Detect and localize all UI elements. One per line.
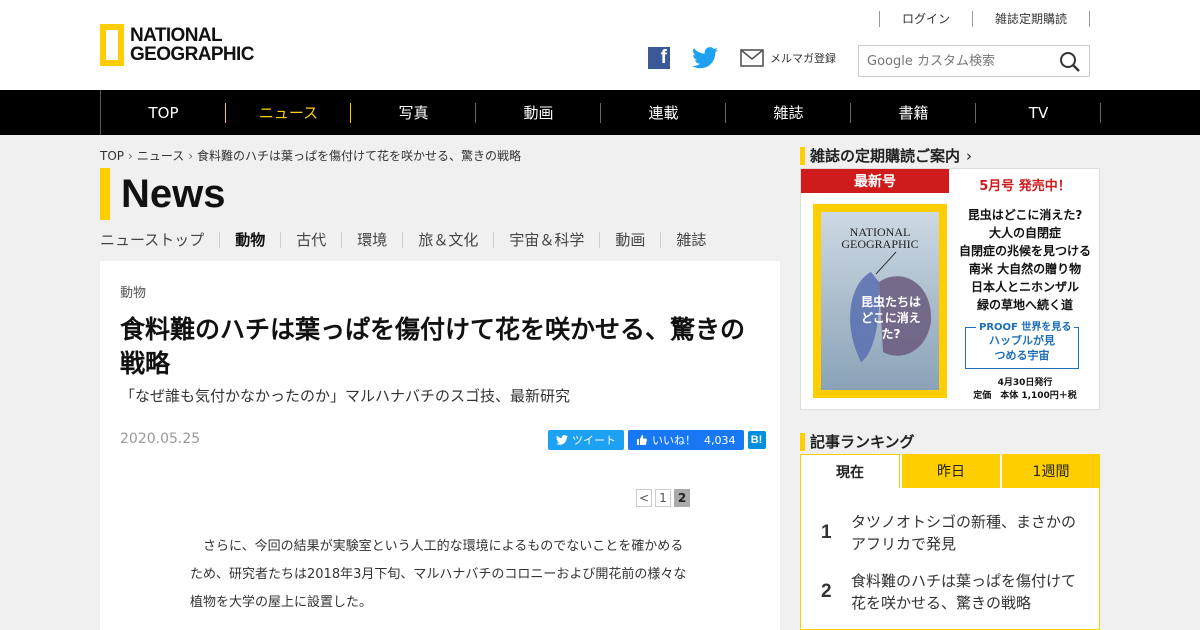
ranking-list: 1 タツノオトシゴの新種、まさかのアフリカで発見 2 食料難のハチは葉っぱを傷付… xyxy=(800,488,1100,630)
like-count: 4,034 xyxy=(704,433,736,447)
latest-issue-label: 最新号 xyxy=(801,169,949,193)
nav-item-tv[interactable]: TV xyxy=(976,90,1101,135)
chevron-right-icon: › xyxy=(966,146,973,165)
issue-label: 5月号 発売中！ xyxy=(979,179,1071,194)
article-pager: < 1 2 xyxy=(636,489,693,507)
tab-week[interactable]: 1週間 xyxy=(1000,454,1100,488)
login-link[interactable]: ログイン xyxy=(880,10,972,27)
article-headline: 食料難のハチは葉っぱを傷付けて花を咲かせる、驚きの戦略 xyxy=(120,315,746,378)
subnav-animals[interactable]: 動物 xyxy=(219,232,280,248)
facebook-icon[interactable]: f xyxy=(648,47,670,69)
facebook-like-button[interactable]: いいね！ 4,034 xyxy=(628,430,744,450)
chevron-right-icon: › xyxy=(128,149,133,163)
tab-now[interactable]: 現在 xyxy=(800,454,900,488)
logo-yellow-frame-icon xyxy=(100,24,124,66)
cover-title: 昆虫たちはどこに消えた? xyxy=(860,295,921,341)
nav-item-books[interactable]: 書籍 xyxy=(851,90,976,135)
subnav-space-science[interactable]: 宇宙＆科学 xyxy=(493,232,599,248)
twitter-icon[interactable] xyxy=(692,47,718,69)
subnav-news-top[interactable]: ニューストップ xyxy=(100,232,219,248)
breadcrumb-top[interactable]: TOP xyxy=(100,149,124,163)
article-date: 2020.05.25 xyxy=(120,431,201,447)
subnav-ancient[interactable]: 古代 xyxy=(280,232,341,248)
hatena-bookmark-button[interactable]: B! xyxy=(747,431,766,449)
subnav-environment[interactable]: 環境 xyxy=(341,232,402,248)
twitter-bird-icon xyxy=(556,435,568,445)
newsletter-link[interactable]: メルマガ登録 xyxy=(740,49,836,67)
nav-item-video[interactable]: 動画 xyxy=(476,90,601,135)
pager-page-2: 2 xyxy=(674,489,690,507)
ranking-item[interactable]: 1 タツノオトシゴの新種、まさかのアフリカで発見 xyxy=(821,511,1081,555)
ranking-tabs: 現在 昨日 1週間 xyxy=(800,454,1100,488)
rank-title: タツノオトシゴの新種、まさかのアフリカで発見 xyxy=(851,513,1077,553)
release-info: 4月30日発行 定価 本体 1,100円＋税 xyxy=(973,378,1077,401)
ranking-heading: 記事ランキング xyxy=(800,431,915,452)
subnav-magazine[interactable]: 雑誌 xyxy=(660,232,721,248)
share-buttons: ツイート いいね！ 4,034 B! xyxy=(548,430,766,450)
chevron-right-icon: › xyxy=(188,149,194,163)
article-card: 動物 食料難のハチは葉っぱを傷付けて花を咲かせる、驚きの戦略 「なぜ誰も気付かな… xyxy=(100,261,780,630)
rank-title: 食料難のハチは葉っぱを傷付けて花を咲かせる、驚きの戦略 xyxy=(851,572,1077,612)
nav-item-magazine[interactable]: 雑誌 xyxy=(726,90,851,135)
magazine-promo[interactable]: 最新号 NATIONAL GEOGRAPHIC 昆虫たちはどこに消えた? 5月号… xyxy=(800,168,1100,410)
pager-prev[interactable]: < xyxy=(636,489,652,507)
magazine-heading[interactable]: 雑誌の定期購読ご案内 › xyxy=(800,145,972,166)
subnav-travel-culture[interactable]: 旅＆文化 xyxy=(402,232,493,248)
breadcrumb-news[interactable]: ニュース xyxy=(137,149,184,163)
rank-number: 2 xyxy=(821,581,832,602)
tweet-button[interactable]: ツイート xyxy=(548,430,624,450)
logo-text: NATIONAL GEOGRAPHIC xyxy=(130,25,254,65)
magazine-cover: NATIONAL GEOGRAPHIC 昆虫たちはどこに消えた? xyxy=(813,204,947,398)
section-accent-bar xyxy=(100,168,110,220)
tab-yesterday[interactable]: 昨日 xyxy=(900,454,1000,488)
section-heading: News xyxy=(121,171,226,216)
site-header: NATIONAL GEOGRAPHIC ログイン 雑誌定期購読 f メルマガ登録 xyxy=(0,0,1200,90)
nav-item-photo[interactable]: 写真 xyxy=(351,90,476,135)
nav-item-news[interactable]: ニュース xyxy=(226,90,351,135)
subscription-link[interactable]: 雑誌定期購読 xyxy=(973,10,1089,27)
article-subtitle: 「なぜ誰も気付かなかったのか」マルハナバチのスゴ技、最新研究 xyxy=(120,387,571,405)
proof-feature: PROOF 世界を見る ハッブルが見つめる宇宙 xyxy=(965,320,1079,369)
rank-number: 1 xyxy=(821,522,832,543)
mail-icon xyxy=(740,49,764,67)
pager-page-1[interactable]: 1 xyxy=(655,489,671,507)
search-icon[interactable] xyxy=(1059,51,1081,73)
section-title: News xyxy=(100,168,226,220)
subnav-video[interactable]: 動画 xyxy=(599,232,660,248)
main-nav: TOP ニュース 写真 動画 連載 雑誌 書籍 TV xyxy=(0,90,1200,135)
ranking-item[interactable]: 2 食料難のハチは葉っぱを傷付けて花を咲かせる、驚きの戦略 xyxy=(821,570,1081,614)
nav-item-series[interactable]: 連載 xyxy=(601,90,726,135)
article-category[interactable]: 動物 xyxy=(120,282,146,301)
search-box xyxy=(858,45,1090,77)
nav-item-top[interactable]: TOP xyxy=(101,90,226,135)
search-input[interactable] xyxy=(865,46,1059,76)
top-links: ログイン 雑誌定期購読 xyxy=(878,10,1090,27)
article-body: さらに、今回の結果が実験室という人工的な環境によるものでないことを確かめるため、… xyxy=(190,539,687,610)
natgeo-logo[interactable]: NATIONAL GEOGRAPHIC xyxy=(100,20,270,70)
breadcrumb: TOP › ニュース › 食料難のハチは葉っぱを傷付けて花を咲かせる、驚きの戦略 xyxy=(100,147,521,164)
thumbs-up-icon xyxy=(637,435,647,445)
social-links: f メルマガ登録 xyxy=(648,47,836,69)
news-subnav: ニューストップ 動物 古代 環境 旅＆文化 宇宙＆科学 動画 雑誌 xyxy=(100,232,721,248)
breadcrumb-current: 食料難のハチは葉っぱを傷付けて花を咲かせる、驚きの戦略 xyxy=(197,149,522,163)
feature-list: 昆虫はどこに消えた? 大人の自閉症 自閉症の兆候を見つける 南米 大自然の贈り物… xyxy=(958,208,1091,312)
